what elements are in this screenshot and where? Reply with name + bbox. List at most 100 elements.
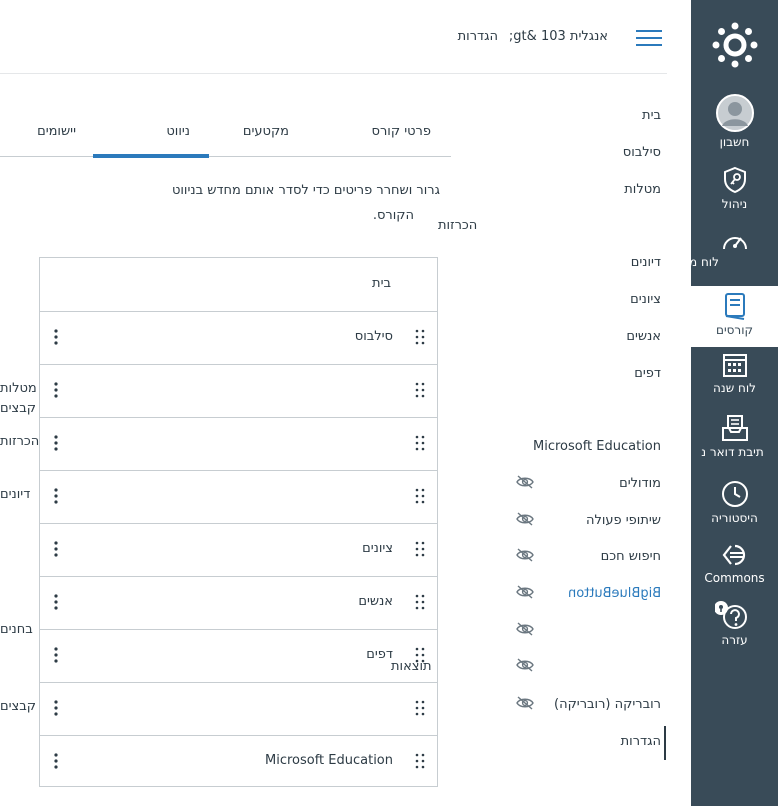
eye-slash-icon <box>516 658 534 672</box>
gnav-inbox[interactable]: תיבת דואר נ <box>691 414 778 459</box>
kebab-menu-icon[interactable] <box>52 487 60 505</box>
course-nav-people[interactable]: אנשים <box>626 329 661 344</box>
gnav-admin[interactable]: ניהול <box>691 166 778 211</box>
list-item[interactable]: דפים <box>40 629 437 683</box>
global-nav: חשבון ניהול לוח מ קורסים לוח שנה תיבת דו… <box>689 0 778 806</box>
commons-icon <box>722 544 745 566</box>
tab-course-details[interactable]: פרטי קורס <box>372 124 431 139</box>
eye-slash-icon <box>516 696 534 710</box>
course-nav-home[interactable]: בית <box>642 108 661 123</box>
list-item[interactable] <box>40 682 437 736</box>
list-item-label: דפים <box>366 647 393 662</box>
course-nav-microsoft-education[interactable]: Microsoft Education <box>533 439 661 454</box>
current-page-indicator <box>664 726 666 760</box>
course-nav-assignments[interactable]: מטלות <box>624 182 661 197</box>
avatar-icon <box>715 94 754 132</box>
gnav-commons[interactable]: Commons <box>691 542 778 585</box>
course-nav-discussions[interactable]: דיונים <box>631 255 661 270</box>
nav-items-list: בית סילבוס ציונים אנשים דפים Microsoft E… <box>39 257 438 787</box>
course-nav-grades[interactable]: ציונים <box>630 292 661 307</box>
dashboard-gauge-icon <box>722 237 747 250</box>
course-nav-settings[interactable]: הגדרות <box>621 734 661 749</box>
book-icon <box>724 293 745 320</box>
drag-handle-icon[interactable] <box>415 381 425 399</box>
eye-slash-icon <box>516 585 534 599</box>
gnav-account[interactable]: חשבון <box>691 94 778 149</box>
drag-label-discussions: דיונים <box>0 487 31 502</box>
gnav-inbox-label: תיבת דואר נ <box>701 445 764 459</box>
instructions-line1: גרור ושחרר פריטים כדי לסדר אותם מחדש בני… <box>171 183 440 198</box>
list-item[interactable] <box>40 417 437 471</box>
tabs-divider <box>0 156 451 157</box>
breadcrumb-current: הגדרות <box>457 29 498 44</box>
drag-handle-icon[interactable] <box>415 540 425 558</box>
list-item-label: Microsoft Education <box>264 753 393 768</box>
course-nav-rubrics[interactable]: רובריקה (רובריקה) <box>554 697 661 712</box>
kebab-menu-icon[interactable] <box>52 699 60 717</box>
kebab-menu-icon[interactable] <box>52 593 60 611</box>
drag-label-quizzes: בחנים <box>0 622 33 637</box>
kebab-menu-icon[interactable] <box>52 752 60 770</box>
breadcrumb: אנגלית 103 &gt; <box>509 29 608 44</box>
shield-key-icon <box>723 166 746 194</box>
drag-handle-icon[interactable] <box>415 699 425 717</box>
course-nav-bigbluebutton[interactable]: BigBlueButton <box>568 586 661 601</box>
kebab-menu-icon[interactable] <box>52 540 60 558</box>
breadcrumb-course[interactable]: אנגלית 103 &gt; <box>509 29 608 44</box>
gnav-calendar[interactable]: לוח שנה <box>691 352 778 395</box>
list-item-label: סילבוס <box>354 329 393 344</box>
drag-label-files: קבצים <box>0 401 36 416</box>
gnav-dashboard[interactable]: לוח מ <box>689 230 778 269</box>
canvas-logo-icon <box>712 22 757 68</box>
drag-handle-icon[interactable] <box>415 593 425 611</box>
gnav-admin-label: ניהול <box>721 197 748 211</box>
gnav-courses[interactable]: קורסים <box>691 286 778 347</box>
course-nav-pages[interactable]: דפים <box>634 366 661 381</box>
eye-slash-icon <box>516 548 534 562</box>
list-item[interactable] <box>40 364 437 418</box>
course-nav-syllabus[interactable]: סילבוס <box>623 145 661 160</box>
gnav-help[interactable]: עזרה <box>691 600 778 647</box>
course-nav-modules[interactable]: מודולים <box>619 476 661 491</box>
clock-icon <box>721 481 748 507</box>
tab-apps[interactable]: יישומים <box>37 124 76 139</box>
gnav-account-label: חשבון <box>719 135 750 149</box>
kebab-menu-icon[interactable] <box>52 381 60 399</box>
hamburger-icon <box>636 30 662 46</box>
gnav-help-label: עזרה <box>721 633 748 647</box>
course-nav-announcements[interactable]: הכרזות <box>438 218 477 233</box>
tab-sections[interactable]: מקטעים <box>243 124 289 139</box>
list-item-label: ציונים <box>362 541 393 556</box>
drag-handle-icon[interactable] <box>415 487 425 505</box>
list-item[interactable]: אנשים <box>40 576 437 630</box>
course-nav-smart-search[interactable]: חיפוש חכם <box>601 549 661 564</box>
course-nav-collaborations[interactable]: שיתופי פעולה <box>586 513 661 528</box>
kebab-menu-icon[interactable] <box>52 646 60 664</box>
gnav-courses-label: קורסים <box>716 323 753 337</box>
header-divider <box>0 73 667 74</box>
eye-slash-icon <box>516 512 534 526</box>
list-item[interactable]: Microsoft Education <box>40 735 437 788</box>
gnav-dashboard-label: לוח מ <box>689 255 719 269</box>
tab-navigation[interactable]: ניווט <box>166 124 190 139</box>
gnav-history-label: היסטוריה <box>711 511 758 525</box>
list-item[interactable]: סילבוס <box>40 311 437 365</box>
logo[interactable] <box>691 22 778 68</box>
hamburger-menu-button[interactable] <box>636 28 662 48</box>
kebab-menu-icon[interactable] <box>52 328 60 346</box>
active-tab-underline <box>93 154 209 158</box>
list-item-label: בית <box>372 276 391 291</box>
list-item[interactable] <box>40 470 437 524</box>
eye-slash-icon <box>516 475 534 489</box>
kebab-menu-icon[interactable] <box>52 434 60 452</box>
drag-label-outcomes: תוצאות <box>391 659 432 674</box>
drag-label-announcements: הכרזות <box>0 434 40 449</box>
gnav-history[interactable]: היסטוריה <box>691 480 778 525</box>
instructions-line2: הקורס. <box>372 208 414 223</box>
list-item-home: בית <box>40 258 437 312</box>
drag-handle-icon[interactable] <box>415 752 425 770</box>
drag-handle-icon[interactable] <box>415 328 425 346</box>
list-item[interactable]: ציונים <box>40 523 437 577</box>
calendar-icon <box>722 354 747 377</box>
drag-handle-icon[interactable] <box>415 434 425 452</box>
